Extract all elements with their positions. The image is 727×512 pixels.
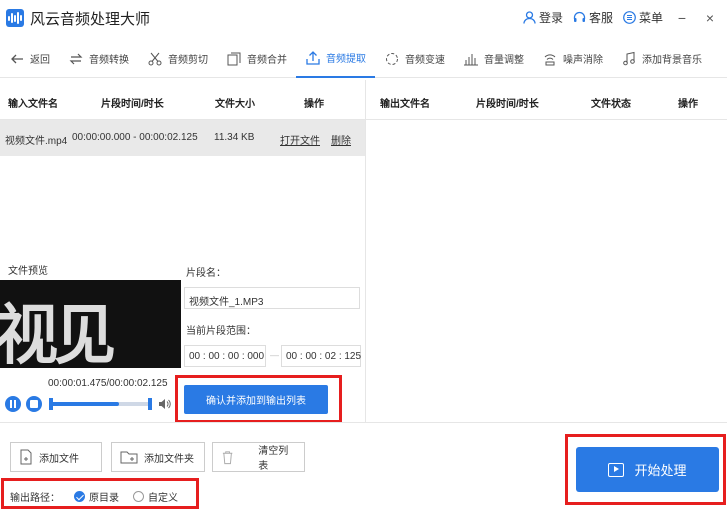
- range-handle-start[interactable]: [49, 398, 53, 410]
- highlight-box-start: [565, 434, 726, 505]
- scissors-icon: [148, 52, 162, 65]
- col-segment-time: 片段时间/时长: [476, 99, 539, 110]
- arrow-left-icon: [11, 54, 23, 63]
- segment-range-label: 当前片段范围：: [186, 326, 256, 337]
- add-file-button[interactable]: 添加文件: [10, 442, 102, 472]
- row-size: 11.34 KB: [214, 132, 255, 143]
- range-handle-end[interactable]: [148, 398, 152, 410]
- highlight-box-confirm: [175, 375, 342, 423]
- range-separator: —: [270, 350, 279, 360]
- app-title: 风云音频处理大师: [30, 11, 151, 28]
- title-bar: 风云音频处理大师 登录 客服 菜单 − ×: [0, 0, 727, 36]
- tool-noise-removal[interactable]: 噪声消除: [533, 40, 612, 78]
- tool-label: 音频合并: [247, 55, 287, 66]
- headset-icon: [573, 11, 586, 22]
- delete-link[interactable]: 删除: [331, 132, 351, 147]
- function-toolbar: 返回 音频转换 音频剪切 音频合并 音频提取 音频变速 音量调整 噪声消除 添加…: [0, 40, 727, 78]
- minimize-button[interactable]: −: [673, 10, 691, 26]
- pause-button[interactable]: [5, 396, 21, 412]
- row-filename: 视频文件.mp4: [5, 136, 68, 147]
- tool-label: 音频提取: [326, 54, 366, 65]
- range-start-input[interactable]: 00 : 00 : 00 : 000: [184, 345, 266, 367]
- service-button[interactable]: 客服: [573, 9, 613, 26]
- open-file-link[interactable]: 打开文件: [280, 132, 320, 147]
- tool-label: 噪声消除: [563, 55, 603, 66]
- playback-progress[interactable]: [50, 402, 150, 406]
- close-button[interactable]: ×: [701, 10, 719, 26]
- video-preview: 视见: [0, 280, 181, 368]
- tool-label: 音频剪切: [168, 55, 208, 66]
- speed-icon: [386, 52, 398, 65]
- col-output-filename: 输出文件名: [380, 99, 430, 110]
- stop-button[interactable]: [26, 396, 42, 412]
- preview-label: 文件预览: [8, 266, 48, 277]
- menu-label: 菜单: [638, 11, 663, 25]
- bottom-divider: [0, 422, 727, 423]
- range-end-input[interactable]: 00 : 00 : 02 : 125: [281, 345, 361, 367]
- playback-time: 00:00:01.475/00:00:02.125: [48, 378, 168, 389]
- login-label: 登录: [538, 11, 563, 25]
- tool-audio-merge[interactable]: 音频合并: [217, 40, 296, 78]
- tool-label: 音频转换: [89, 55, 129, 66]
- app-logo-icon: [6, 9, 24, 27]
- login-button[interactable]: 登录: [523, 9, 563, 26]
- tool-audio-speed[interactable]: 音频变速: [375, 40, 454, 78]
- music-icon: [623, 51, 635, 65]
- col-file-status: 文件状态: [591, 99, 631, 110]
- col-file-size: 文件大小: [215, 99, 255, 110]
- tool-audio-extract[interactable]: 音频提取: [296, 40, 375, 78]
- back-button[interactable]: 返回: [0, 40, 59, 78]
- tool-audio-convert[interactable]: 音频转换: [59, 40, 138, 78]
- row-time: 00:00:00.000 - 00:00:02.125: [72, 132, 198, 143]
- add-file-label: 添加文件: [39, 453, 79, 465]
- trash-icon: [222, 450, 233, 464]
- col-actions: 操作: [678, 99, 698, 110]
- segment-name-input[interactable]: 视频文件_1.MP3: [184, 287, 360, 309]
- extract-icon: [306, 50, 320, 65]
- add-file-icon: [20, 449, 32, 465]
- highlight-box-output-path: [1, 478, 199, 509]
- tool-label: 音量调整: [484, 55, 524, 66]
- col-segment-time: 片段时间/时长: [101, 99, 164, 110]
- menu-button[interactable]: 菜单: [623, 9, 663, 26]
- user-icon: [523, 11, 536, 24]
- input-table-header: 输入文件名 片段时间/时长 文件大小 操作: [0, 80, 365, 120]
- tool-volume-adjust[interactable]: 音量调整: [454, 40, 533, 78]
- add-folder-label: 添加文件夹: [144, 453, 194, 465]
- tool-label: 音频变速: [405, 55, 445, 66]
- service-label: 客服: [588, 11, 613, 25]
- tool-label: 添加背景音乐: [642, 55, 702, 66]
- back-label: 返回: [30, 55, 50, 66]
- col-input-filename: 输入文件名: [8, 99, 58, 110]
- menu-icon: [623, 11, 636, 24]
- clear-list-button[interactable]: 清空列表: [212, 442, 305, 472]
- preview-frame-text: 视见: [0, 296, 116, 368]
- volume-bars-icon: [464, 53, 478, 65]
- convert-icon: [69, 53, 83, 64]
- tool-add-bgm[interactable]: 添加背景音乐: [612, 40, 711, 78]
- output-table-header: 输出文件名 片段时间/时长 文件状态 操作: [366, 80, 727, 120]
- panel-divider: [365, 80, 366, 422]
- volume-icon[interactable]: [157, 397, 171, 411]
- add-folder-icon: [120, 451, 138, 464]
- merge-icon: [227, 52, 241, 65]
- tool-audio-cut[interactable]: 音频剪切: [138, 40, 217, 78]
- col-actions: 操作: [304, 99, 324, 110]
- segment-name-label: 片段名：: [186, 268, 226, 279]
- noise-icon: [544, 53, 556, 65]
- progress-fill: [50, 402, 119, 406]
- clear-list-label: 清空列表: [258, 446, 289, 472]
- table-row[interactable]: 视频文件.mp4 00:00:00.000 - 00:00:02.125 11.…: [0, 120, 365, 156]
- add-folder-button[interactable]: 添加文件夹: [111, 442, 205, 472]
